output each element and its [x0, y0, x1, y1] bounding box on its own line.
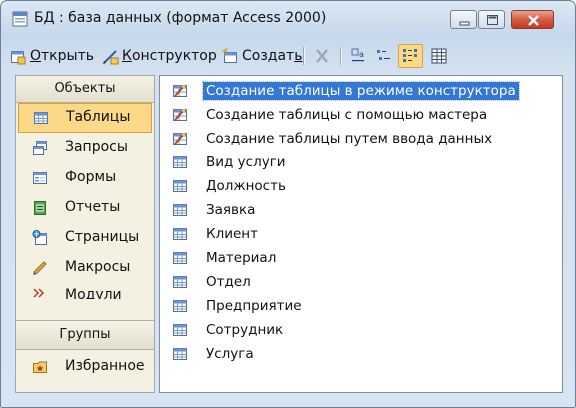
toolbar: Открыть Конструктор Создать a — [10, 41, 567, 71]
list-item-label: Вид услуги — [206, 154, 286, 170]
list-item-label: Должность — [206, 178, 286, 194]
reports-icon — [34, 201, 46, 215]
list-item[interactable]: Создание таблицы путем ввода данных — [172, 128, 495, 150]
list-item[interactable]: Должность — [172, 175, 289, 197]
large-icons-view-icon[interactable]: a — [348, 46, 368, 66]
minimize-icon — [459, 21, 470, 26]
table-icon — [172, 322, 188, 338]
small-icons-view-icon[interactable] — [374, 46, 394, 66]
list-view-icon — [403, 49, 417, 62]
list-item[interactable]: Сотрудник — [172, 319, 286, 341]
list-item-label: Отдел — [206, 274, 251, 290]
delete-icon[interactable] — [312, 46, 332, 66]
list-item[interactable]: Вид услуги — [172, 151, 289, 173]
queries-icon — [33, 141, 47, 155]
window-title: БД : база данных (формат Access 2000) — [34, 10, 327, 26]
close-button[interactable] — [511, 10, 554, 29]
design-label: Конструктор — [122, 48, 217, 64]
list-item-label: Клиент — [206, 226, 258, 242]
object-item-label: Запросы — [65, 139, 128, 155]
object-item-label: Страницы — [65, 229, 140, 245]
modules-icon — [33, 288, 45, 298]
list-item[interactable]: Создание таблицы в режиме конструктора — [172, 80, 520, 102]
minimize-button[interactable] — [450, 10, 477, 29]
create-button[interactable]: Создать — [222, 44, 302, 68]
table-icon — [172, 226, 188, 242]
database-window-icon — [12, 11, 28, 27]
list-item[interactable]: Предприятие — [172, 295, 305, 317]
details-view-icon[interactable] — [429, 46, 449, 66]
toolbar-separator — [303, 47, 304, 65]
list-item-label: Создание таблицы в режиме конструктора — [202, 81, 520, 101]
open-icon — [11, 50, 26, 64]
list-item-label: Материал — [206, 250, 277, 266]
list-item-label: Создание таблицы с помощью мастера — [206, 107, 488, 123]
objects-panel: Объекты Таблицы Запросы Формы Отчеты Стр… — [15, 75, 155, 393]
favorites-folder-icon — [33, 361, 47, 373]
list-item[interactable]: Создание таблицы с помощью мастера — [172, 104, 490, 126]
svg-text:a: a — [359, 50, 364, 59]
list-item[interactable]: Услуга — [172, 343, 257, 365]
objects-list: Создание таблицы в режиме конструктора С… — [159, 75, 563, 393]
list-view-button[interactable] — [398, 44, 423, 68]
favorites-group[interactable]: Избранное — [16, 352, 154, 382]
database-window: БД : база данных (формат Access 2000) От… — [0, 0, 576, 408]
tables-icon — [33, 110, 49, 126]
maximize-button[interactable] — [478, 10, 505, 29]
object-item-label: Таблицы — [66, 109, 131, 125]
list-item-label: Сотрудник — [206, 322, 284, 338]
object-item-macros[interactable]: Макросы — [16, 253, 154, 283]
close-icon — [528, 15, 539, 26]
design-button[interactable]: Конструктор — [102, 44, 217, 68]
favorites-label: Избранное — [65, 358, 145, 374]
title-bar[interactable]: БД : база данных (формат Access 2000) — [1, 1, 575, 37]
list-item-label: Заявка — [206, 202, 256, 218]
object-item-label: Модули — [65, 287, 122, 299]
list-item-label: Услуга — [206, 346, 254, 362]
list-item[interactable]: Отдел — [172, 271, 254, 293]
pages-icon — [32, 230, 47, 245]
create-icon — [222, 47, 237, 63]
create-wizard-icon — [172, 131, 188, 147]
forms-icon — [33, 172, 47, 184]
create-wizard-icon — [172, 83, 188, 99]
maximize-icon — [487, 15, 498, 25]
list-item[interactable]: Материал — [172, 247, 279, 269]
objects-header: Объекты — [16, 76, 154, 103]
table-icon — [172, 154, 188, 170]
list-item[interactable]: Клиент — [172, 223, 261, 245]
toolbar-separator — [340, 47, 341, 65]
object-item-label: Макросы — [65, 259, 131, 275]
object-item-modules[interactable]: Модули — [16, 283, 154, 299]
table-icon — [172, 274, 188, 290]
object-item-queries[interactable]: Запросы — [16, 133, 154, 163]
table-icon — [172, 346, 188, 362]
open-button[interactable]: Открыть — [10, 44, 94, 68]
list-item-label: Создание таблицы путем ввода данных — [206, 131, 493, 147]
object-item-forms[interactable]: Формы — [16, 163, 154, 193]
table-icon — [172, 202, 188, 218]
object-item-label: Формы — [65, 169, 117, 185]
table-icon — [172, 298, 188, 314]
favorites-item[interactable]: Избранное — [16, 352, 154, 382]
groups-header: Группы — [16, 320, 154, 350]
table-icon — [172, 178, 188, 194]
design-icon — [103, 49, 119, 64]
object-item-label: Отчеты — [65, 199, 121, 215]
object-item-tables[interactable]: Таблицы — [18, 103, 152, 133]
create-label: Создать — [242, 48, 303, 64]
object-item-reports[interactable]: Отчеты — [16, 193, 154, 223]
object-item-pages[interactable]: Страницы — [16, 223, 154, 253]
list-item-label: Предприятие — [206, 298, 302, 314]
create-wizard-icon — [172, 107, 188, 123]
open-label: Открыть — [30, 48, 94, 64]
macros-icon — [33, 261, 47, 275]
list-item[interactable]: Заявка — [172, 199, 258, 221]
table-icon — [172, 250, 188, 266]
